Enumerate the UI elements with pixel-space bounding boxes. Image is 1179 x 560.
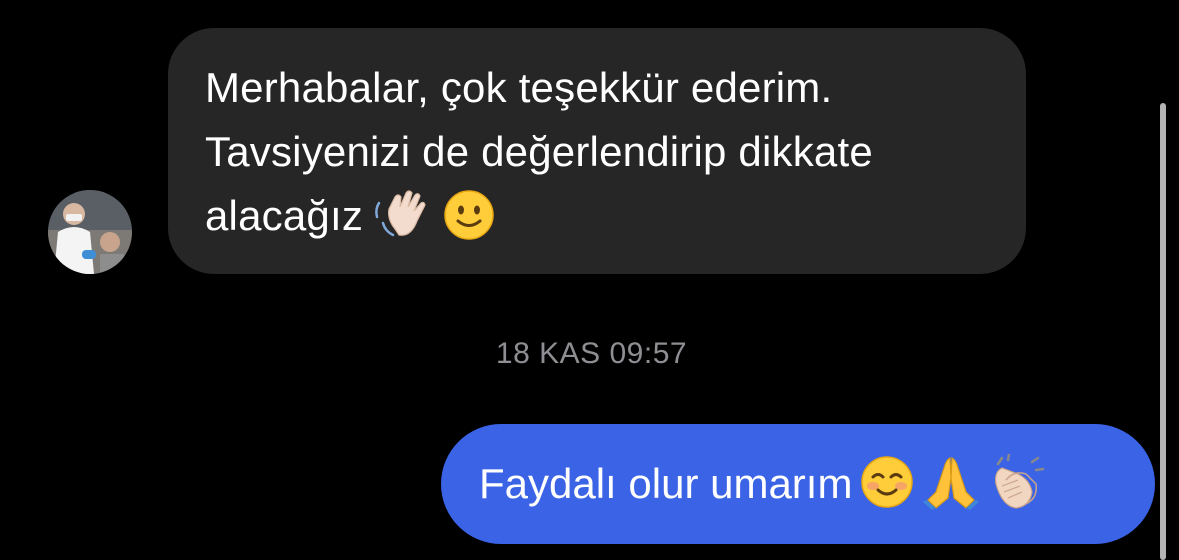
slightly-smiling-face-icon	[443, 189, 495, 241]
incoming-message-line: Tavsiyenizi de değerlendirip dikkate	[205, 128, 873, 175]
incoming-message-line-last: alacağız	[205, 184, 990, 248]
message-timestamp: 18 KAS 09:57	[495, 337, 688, 370]
incoming-message-text: alacağız	[205, 192, 364, 239]
outgoing-message-bubble[interactable]: Faydalı olur umarım	[441, 424, 1155, 544]
vertical-scrollbar[interactable]	[1160, 103, 1166, 560]
sender-avatar[interactable]	[48, 190, 132, 274]
avatar-photo	[48, 190, 132, 274]
folded-hands-icon	[922, 454, 980, 510]
incoming-message-bubble[interactable]: Merhabalar, çok teşekkür ederim. Tavsiye…	[168, 28, 1026, 274]
waving-hand-icon	[373, 189, 433, 241]
clapping-hands-icon	[988, 454, 1046, 510]
incoming-message-line: Merhabalar, çok teşekkür ederim.	[205, 64, 833, 111]
outgoing-message-text: Faydalı olur umarım	[479, 460, 853, 507]
smiling-face-icon	[860, 455, 914, 509]
incoming-message-row: Merhabalar, çok teşekkür ederim. Tavsiye…	[0, 0, 1179, 300]
chat-thread: Merhabalar, çok teşekkür ederim. Tavsiye…	[0, 0, 1179, 560]
